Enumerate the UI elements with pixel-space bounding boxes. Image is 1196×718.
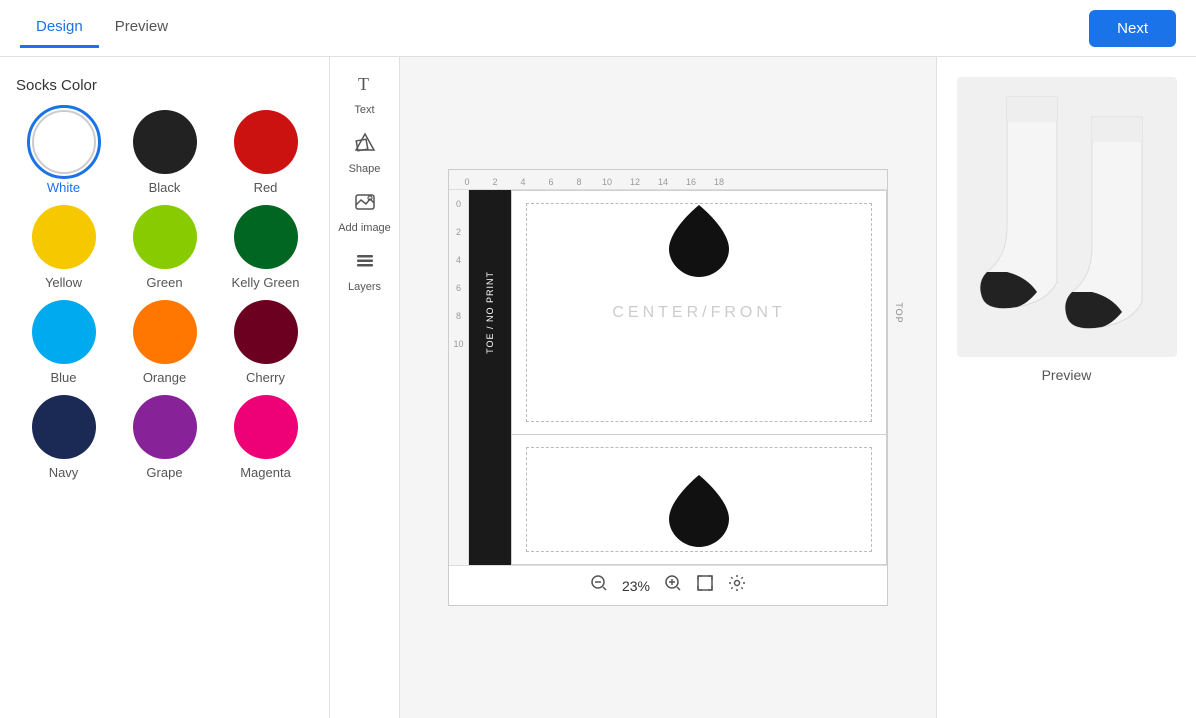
- zoom-in-icon[interactable]: [664, 574, 682, 597]
- sock-center-lower: [511, 435, 887, 565]
- color-label-black: Black: [149, 180, 181, 195]
- text-icon: T: [354, 73, 376, 101]
- center-panel: TTextShapeAdd imageLayers 02468101214161…: [330, 57, 936, 718]
- shape-svg-top[interactable]: [669, 205, 729, 280]
- ruler-h-num-8: 8: [565, 177, 593, 187]
- color-label-cherry: Cherry: [246, 370, 285, 385]
- ruler-h-num-10: 10: [593, 177, 621, 187]
- sock-upper: TOE / NO PRINT CENTER/FRONT: [469, 190, 887, 435]
- settings-icon[interactable]: [728, 574, 746, 597]
- tool-text[interactable]: T Text: [348, 67, 382, 122]
- text-tool-label: Text: [354, 104, 374, 116]
- ruler-v-num-2: 2: [449, 218, 468, 246]
- zoom-bar: 23%: [449, 565, 887, 605]
- shape-tool-label: Shape: [349, 163, 381, 175]
- ruler-v-num-0: 0: [449, 190, 468, 218]
- canvas-inner: TOE / NO PRINT CENTER/FRONT: [469, 190, 887, 565]
- color-grid: White Black Red Yellow Green Kelly Green Blue O…: [16, 110, 313, 480]
- ruler-v-num-10: 10: [449, 330, 468, 358]
- color-label-green: Green: [146, 275, 182, 290]
- shape-icon: [354, 132, 376, 160]
- layers-tool-label: Layers: [348, 281, 381, 293]
- sock-band-lower: [469, 435, 511, 565]
- canvas-and-tools: TTextShapeAdd imageLayers 02468101214161…: [330, 57, 936, 718]
- color-label-red: Red: [254, 180, 278, 195]
- color-label-magenta: Magenta: [240, 465, 291, 480]
- sock-design: TOE / NO PRINT CENTER/FRONT: [469, 190, 887, 565]
- color-item-orange[interactable]: Orange: [117, 300, 212, 385]
- ruler-v-inner: 0246810: [449, 190, 468, 358]
- color-label-grape: Grape: [146, 465, 182, 480]
- canvas-body: 0246810 TOE / NO PRINT: [449, 190, 887, 565]
- zoom-percentage: 23%: [622, 578, 650, 594]
- center-front-text: CENTER/FRONT: [612, 304, 785, 322]
- color-label-white: White: [47, 180, 80, 195]
- ruler-v-num-8: 8: [449, 302, 468, 330]
- tool-layers[interactable]: Layers: [342, 244, 387, 299]
- ruler-h-num-4: 4: [509, 177, 537, 187]
- tools-column: T Text Shape Add image Layers: [330, 57, 400, 718]
- color-item-green[interactable]: Green: [117, 205, 212, 290]
- main-layout: Socks Color White Black Red Yellow Green Kell…: [0, 57, 1196, 718]
- svg-text:T: T: [358, 74, 369, 94]
- sock-band-upper: TOE / NO PRINT: [469, 190, 511, 435]
- color-item-black[interactable]: Black: [117, 110, 212, 195]
- color-item-yellow[interactable]: Yellow: [16, 205, 111, 290]
- panel-title: Socks Color: [16, 77, 313, 94]
- ruler-h-num-0: 0: [453, 177, 481, 187]
- color-item-kelly-green[interactable]: Kelly Green: [218, 205, 313, 290]
- ruler-h-num-2: 2: [481, 177, 509, 187]
- sock-lower: [469, 435, 887, 565]
- ruler-horizontal: 024681012141618: [449, 170, 887, 190]
- color-item-magenta[interactable]: Magenta: [218, 395, 313, 480]
- ruler-h-num-6: 6: [537, 177, 565, 187]
- color-item-red[interactable]: Red: [218, 110, 313, 195]
- layers-icon: [354, 250, 376, 278]
- zoom-out-icon[interactable]: [590, 574, 608, 597]
- ruler-h-inner: 024681012141618: [449, 177, 733, 187]
- canvas-box: 024681012141618 0246810: [448, 169, 888, 606]
- ruler-h-num-14: 14: [649, 177, 677, 187]
- left-panel: Socks Color White Black Red Yellow Green Kell…: [0, 57, 330, 718]
- ruler-h-num-12: 12: [621, 177, 649, 187]
- toe-no-print-label: TOE / NO PRINT: [485, 271, 495, 354]
- tab-design[interactable]: Design: [20, 8, 99, 48]
- header: Design Preview Next: [0, 0, 1196, 57]
- add-image-tool-label: Add image: [338, 222, 391, 234]
- fit-screen-icon[interactable]: [696, 574, 714, 597]
- ruler-h-num-16: 16: [677, 177, 705, 187]
- tab-preview[interactable]: Preview: [99, 8, 184, 48]
- color-item-white[interactable]: White: [16, 110, 111, 195]
- color-label-kelly-green: Kelly Green: [232, 275, 300, 290]
- right-panel: Preview: [936, 57, 1196, 718]
- color-item-blue[interactable]: Blue: [16, 300, 111, 385]
- preview-label: Preview: [1042, 367, 1092, 383]
- socks-illustration: [967, 87, 1167, 347]
- color-item-navy[interactable]: Navy: [16, 395, 111, 480]
- ruler-v-num-4: 4: [449, 246, 468, 274]
- color-label-yellow: Yellow: [45, 275, 82, 290]
- color-item-cherry[interactable]: Cherry: [218, 300, 313, 385]
- ruler-h-num-18: 18: [705, 177, 733, 187]
- color-label-blue: Blue: [50, 370, 76, 385]
- next-button[interactable]: Next: [1089, 10, 1176, 47]
- color-label-orange: Orange: [143, 370, 186, 385]
- sock-center-upper: CENTER/FRONT TOP: [511, 190, 887, 435]
- shape-svg-bottom[interactable]: [669, 475, 729, 550]
- add-image-icon: [354, 191, 376, 219]
- tool-shape[interactable]: Shape: [343, 126, 387, 181]
- ruler-v-num-6: 6: [449, 274, 468, 302]
- tab-bar: Design Preview: [20, 8, 184, 48]
- tool-add-image[interactable]: Add image: [332, 185, 397, 240]
- preview-image: [957, 77, 1177, 357]
- color-label-navy: Navy: [49, 465, 79, 480]
- top-label: TOP: [894, 302, 904, 323]
- canvas-scroll-area[interactable]: 024681012141618 0246810: [400, 57, 936, 718]
- ruler-vertical: 0246810: [449, 190, 469, 565]
- color-item-grape[interactable]: Grape: [117, 395, 212, 480]
